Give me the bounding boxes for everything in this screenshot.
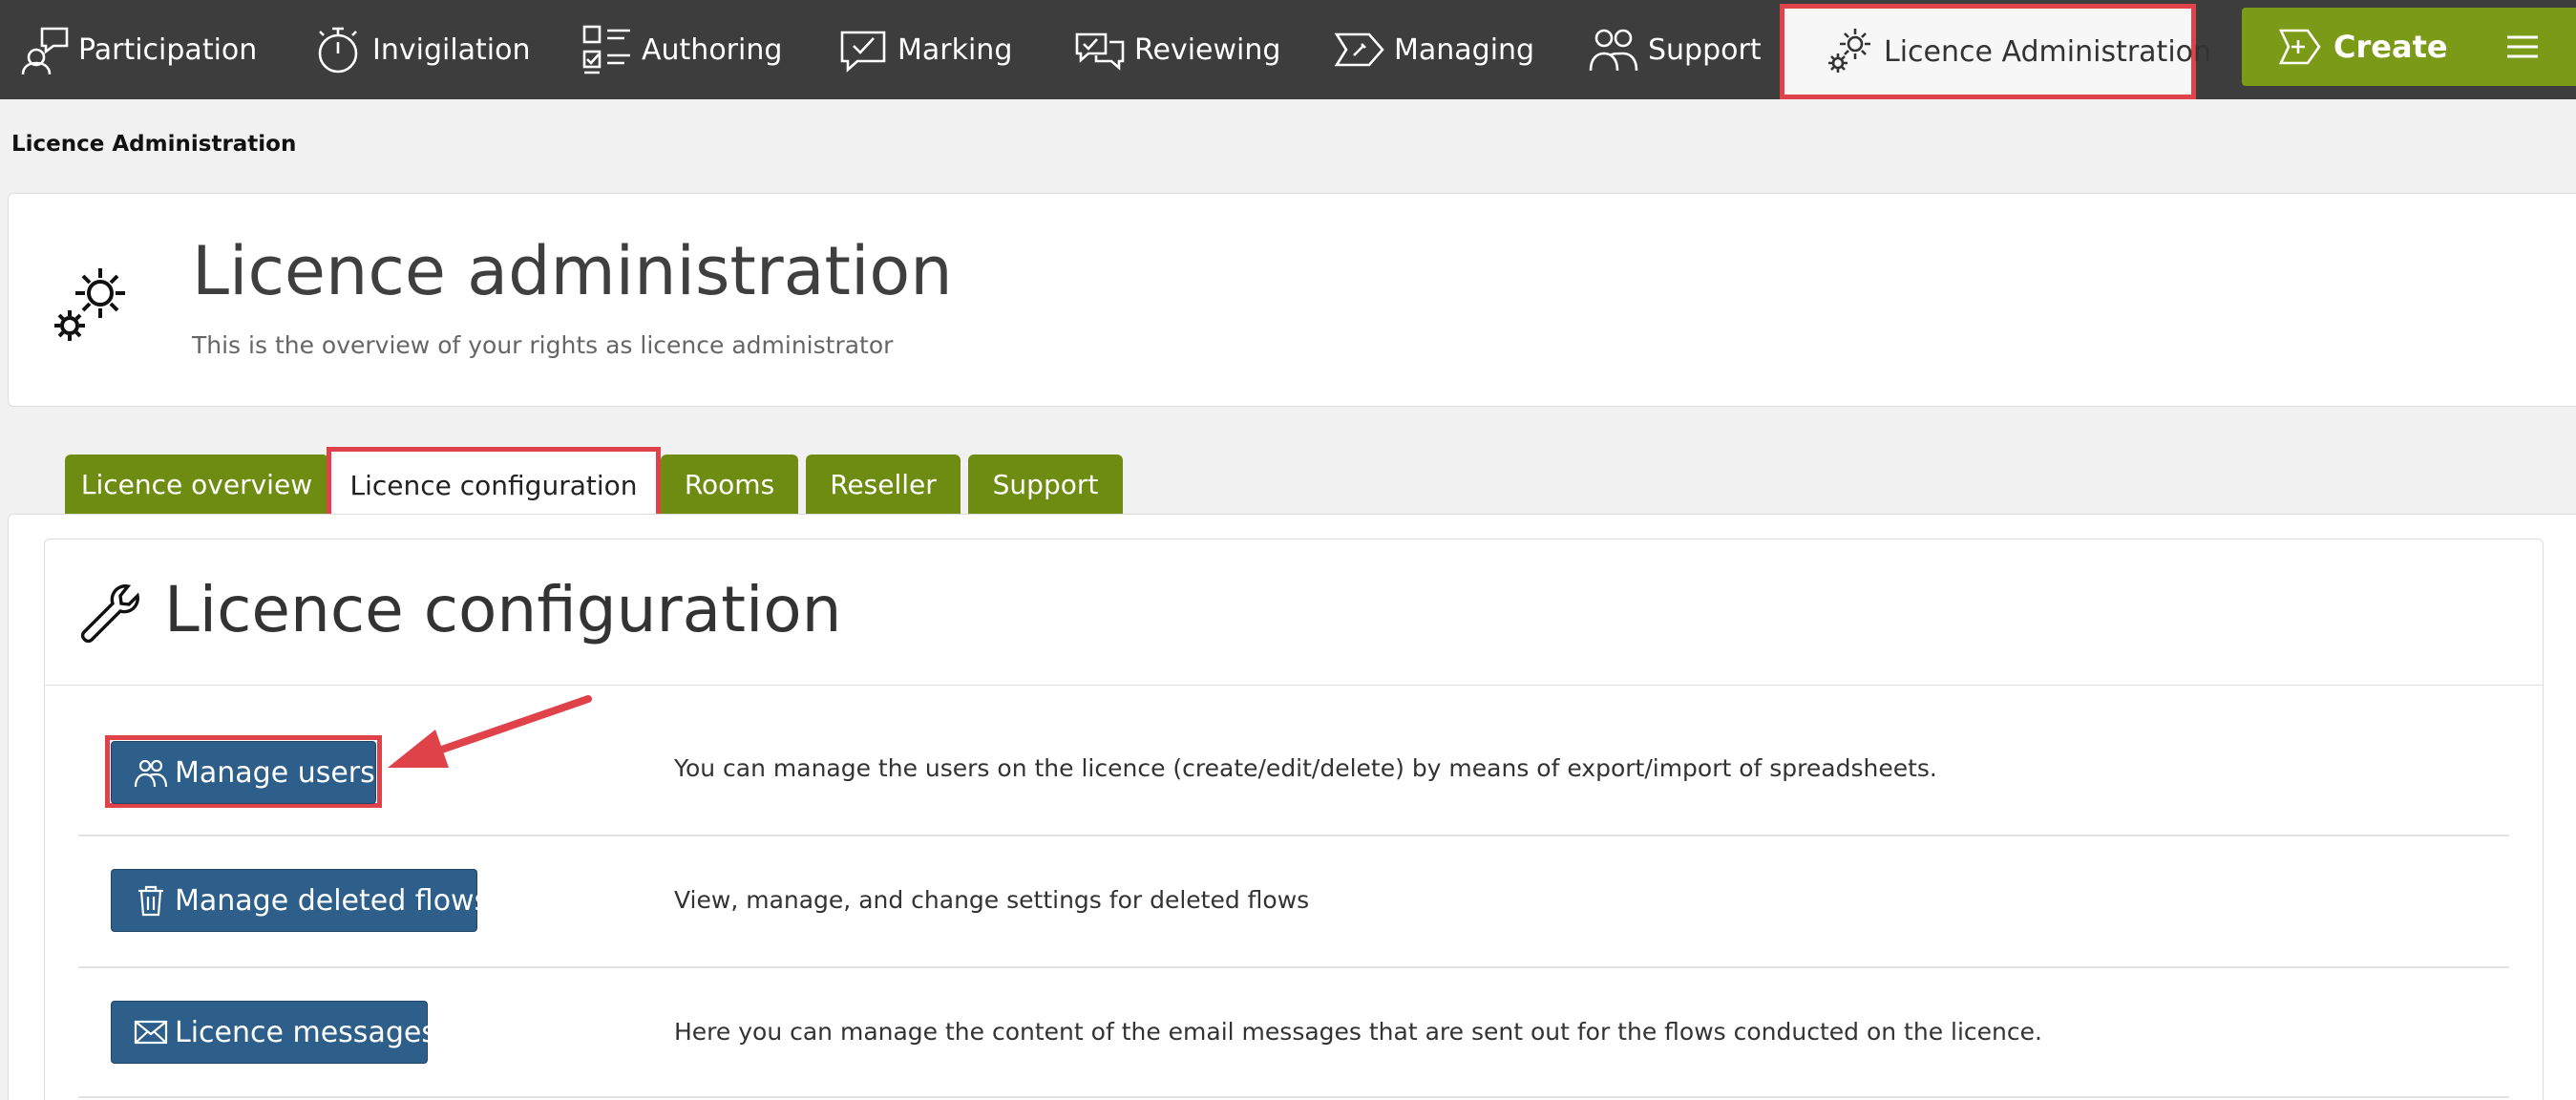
participation-icon bbox=[21, 27, 69, 75]
stopwatch-icon bbox=[318, 27, 358, 74]
nav-licence-administration-label: Licence Administration bbox=[1884, 34, 2212, 69]
wrench-icon bbox=[80, 584, 139, 644]
licence-configuration-title: Licence configuration bbox=[164, 573, 842, 646]
annotation-arrow bbox=[388, 695, 592, 768]
nav-invigilation[interactable]: Invigilation bbox=[311, 0, 531, 99]
row-divider bbox=[78, 966, 2509, 968]
nav-marking-label: Marking bbox=[897, 32, 1013, 67]
create-plus-icon bbox=[2278, 29, 2321, 65]
trash-icon bbox=[138, 885, 163, 917]
tab-support[interactable]: Support bbox=[968, 455, 1123, 514]
nav-managing-label: Managing bbox=[1394, 32, 1535, 67]
row-divider bbox=[78, 1096, 2509, 1098]
tab-licence-configuration[interactable]: Licence configuration bbox=[327, 447, 661, 523]
reviewing-bubbles-icon bbox=[1075, 32, 1125, 71]
create-button[interactable]: Create bbox=[2242, 8, 2576, 86]
manage-users-description: You can manage the users on the licence … bbox=[674, 754, 1937, 782]
envelope-icon bbox=[134, 1020, 168, 1045]
licence-configuration-header: Licence configuration bbox=[44, 539, 2544, 686]
tab-bar: Licence overview Licence configuration R… bbox=[0, 447, 1241, 523]
nav-marking[interactable]: Marking bbox=[836, 0, 1012, 99]
tab-reseller[interactable]: Reseller bbox=[806, 455, 961, 514]
row-divider bbox=[78, 835, 2509, 836]
nav-licence-administration[interactable]: Licence Administration bbox=[1780, 4, 2211, 99]
nav-participation[interactable]: Participation bbox=[17, 0, 257, 99]
nav-authoring[interactable]: Authoring bbox=[581, 0, 782, 99]
top-navigation-bar: Participation Invigilation Authoring Mar… bbox=[0, 0, 2576, 99]
manage-deleted-flows-button[interactable]: Manage deleted flows bbox=[111, 869, 489, 932]
breadcrumb[interactable]: Licence Administration bbox=[11, 132, 296, 157]
manage-users-button[interactable]: Manage users bbox=[111, 741, 376, 804]
licence-messages-button[interactable]: Licence messages bbox=[111, 1001, 436, 1064]
nav-authoring-label: Authoring bbox=[642, 32, 783, 67]
nav-support[interactable]: Support bbox=[1587, 0, 1762, 99]
header-gears-icon bbox=[54, 268, 125, 341]
licence-messages-description: Here you can manage the content of the e… bbox=[674, 1018, 2042, 1046]
marking-bubble-icon bbox=[840, 31, 886, 73]
manage-deleted-flows-label: Manage deleted flows bbox=[175, 883, 490, 918]
checklist-icon bbox=[582, 25, 630, 74]
support-people-icon bbox=[1589, 29, 1638, 72]
page-title: Licence administration bbox=[192, 232, 953, 310]
page-header-card: Licence administration This is the overv… bbox=[8, 193, 2576, 407]
managing-icon bbox=[1334, 32, 1384, 67]
nav-reviewing[interactable]: Reviewing bbox=[1073, 0, 1280, 99]
create-button-label: Create bbox=[2333, 29, 2448, 65]
hamburger-menu-icon[interactable] bbox=[2507, 34, 2538, 59]
manage-deleted-flows-description: View, manage, and change settings for de… bbox=[674, 886, 1310, 914]
tab-rooms[interactable]: Rooms bbox=[661, 455, 798, 514]
manage-users-label: Manage users bbox=[175, 755, 375, 790]
licence-messages-label: Licence messages bbox=[175, 1015, 436, 1049]
nav-invigilation-label: Invigilation bbox=[372, 32, 531, 67]
nav-managing[interactable]: Managing bbox=[1333, 0, 1534, 99]
tab-licence-overview[interactable]: Licence overview bbox=[65, 455, 328, 514]
nav-support-label: Support bbox=[1648, 32, 1762, 67]
gears-icon bbox=[1828, 29, 1870, 73]
nav-participation-label: Participation bbox=[78, 32, 258, 67]
users-icon bbox=[134, 759, 168, 788]
nav-reviewing-label: Reviewing bbox=[1134, 32, 1281, 67]
page-subtitle: This is the overview of your rights as l… bbox=[192, 331, 894, 359]
